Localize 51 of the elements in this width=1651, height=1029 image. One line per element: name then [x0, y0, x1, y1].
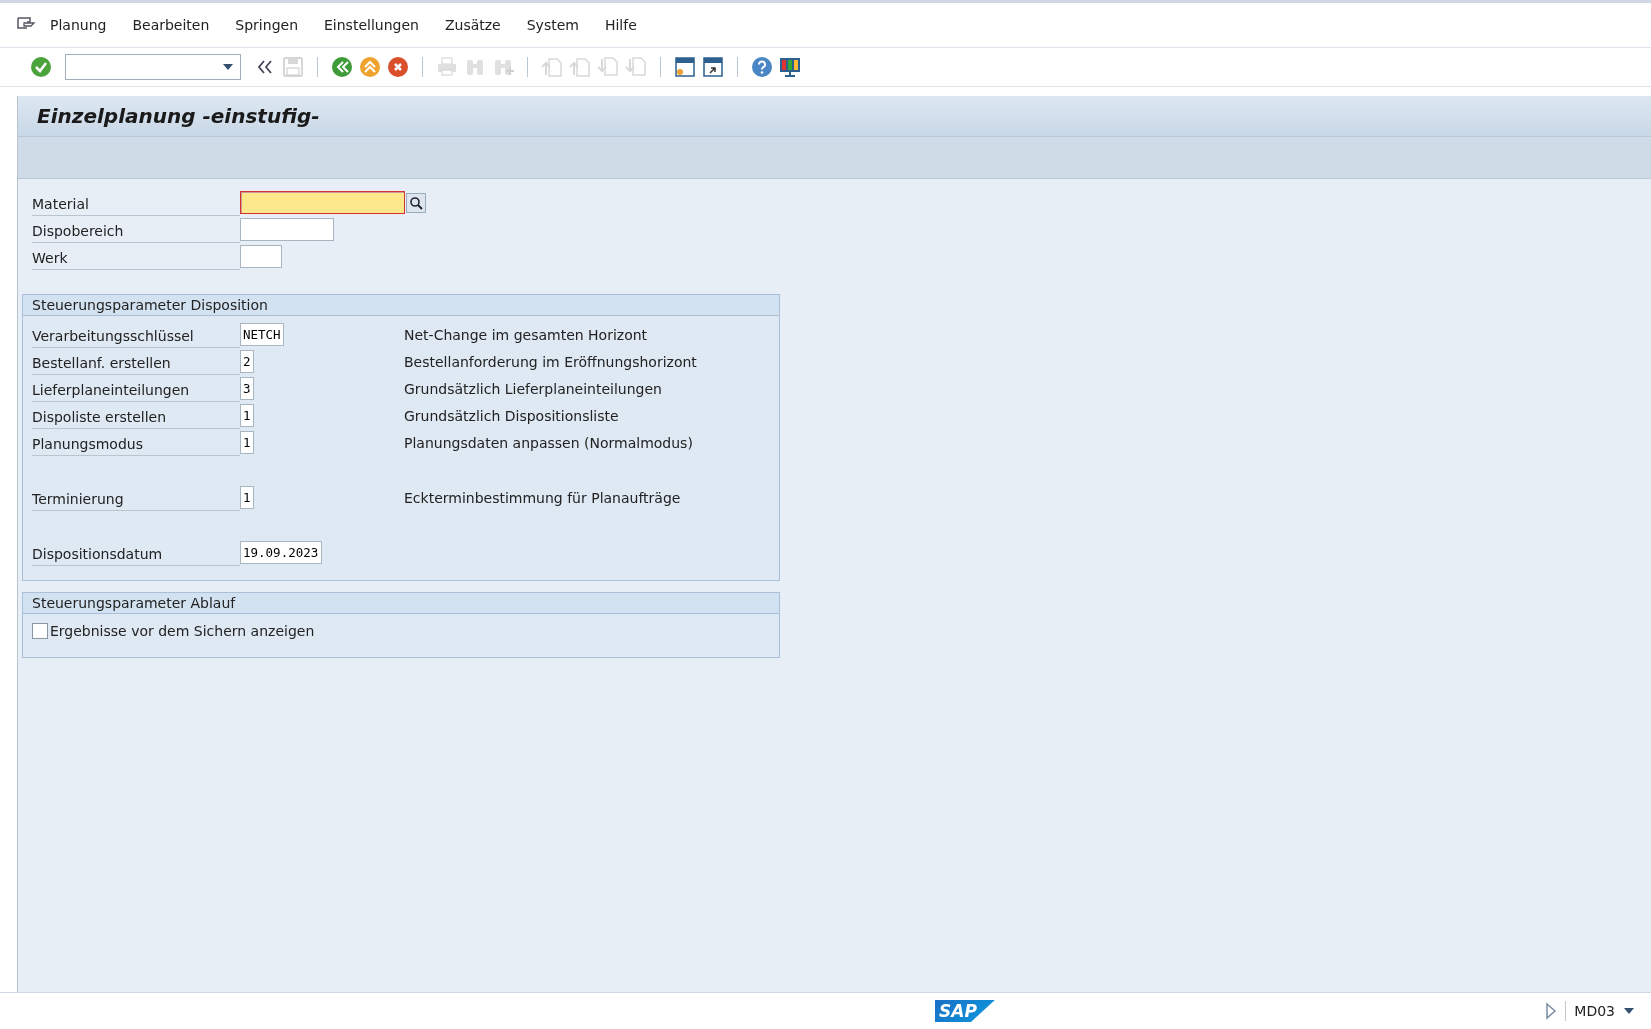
field-description: Planungsdaten anpassen (Normalmodus)	[404, 434, 694, 451]
back-arrows-icon[interactable]	[330, 55, 354, 79]
caret-icon[interactable]	[1623, 1007, 1635, 1015]
field-label: Planungsmodus	[32, 433, 240, 456]
menu-item[interactable]: Einstellungen	[324, 17, 419, 33]
menu-item[interactable]: Springen	[235, 17, 298, 33]
field-label: Terminierung	[32, 488, 240, 511]
input-field[interactable]: 1	[240, 404, 255, 427]
field-label: Dispositionsdatum	[32, 543, 240, 566]
up-arrows-icon[interactable]	[358, 55, 382, 79]
input-field[interactable]	[240, 245, 282, 268]
field-label: Material	[32, 193, 240, 216]
checkbox[interactable]	[32, 623, 48, 639]
input-field[interactable]: 1	[240, 431, 255, 454]
input-field[interactable]	[240, 218, 334, 241]
checkbox-label: Ergebnisse vor dem Sichern anzeigen	[50, 623, 315, 639]
field-description: Grundsätzlich Dispositionsliste	[404, 407, 620, 424]
help-icon[interactable]	[750, 55, 774, 79]
field-label: Werk	[32, 247, 240, 270]
field-label: Lieferplaneinteilungen	[32, 379, 240, 402]
input-field[interactable]: 3	[240, 377, 255, 400]
field-label: Bestellanf. erstellen	[32, 352, 240, 375]
input-field[interactable]	[240, 191, 405, 214]
group-title: Steuerungsparameter Disposition	[23, 295, 779, 316]
input-field[interactable]: 19.09.2023	[240, 541, 322, 564]
screen-title: Einzelplanung -einstufig-	[37, 104, 320, 128]
caret-icon[interactable]	[222, 63, 234, 71]
group-title: Steuerungsparameter Ablauf	[23, 593, 779, 614]
field-label: Verarbeitungsschlüssel	[32, 325, 240, 348]
checkmark-icon[interactable]	[29, 55, 53, 79]
search-icon[interactable]	[406, 192, 426, 213]
input-field[interactable]: NETCH	[240, 323, 285, 346]
field-description: Grundsätzlich Lieferplaneinteilungen	[404, 380, 663, 397]
cross-icon[interactable]	[386, 55, 410, 79]
monitor-icon[interactable]	[778, 55, 802, 79]
triangle-icon[interactable]	[1545, 1002, 1558, 1020]
input-field[interactable]: 1	[240, 486, 255, 509]
transaction-code: MD03	[1574, 1003, 1615, 1019]
menu-item[interactable]: Bearbeiten	[132, 17, 210, 33]
field-description: Bestellanforderung im Eröffnungshorizont	[404, 353, 698, 370]
menu-item[interactable]: Zusätze	[444, 17, 501, 33]
sap-logo: SAP	[935, 1000, 995, 1022]
field-description: Eckterminbestimmung für Planaufträge	[404, 489, 682, 506]
field-description: Net-Change im gesamten Horizont	[404, 326, 649, 343]
input-field[interactable]: 2	[240, 350, 255, 373]
field-label: Dispoliste erstellen	[32, 406, 240, 429]
menu-item[interactable]: System	[526, 17, 579, 33]
menu-item[interactable]: Planung	[50, 17, 107, 33]
command-field[interactable]	[65, 54, 241, 80]
menu-item[interactable]: Hilfe	[604, 17, 637, 33]
field-label: Dispobereich	[32, 220, 240, 243]
